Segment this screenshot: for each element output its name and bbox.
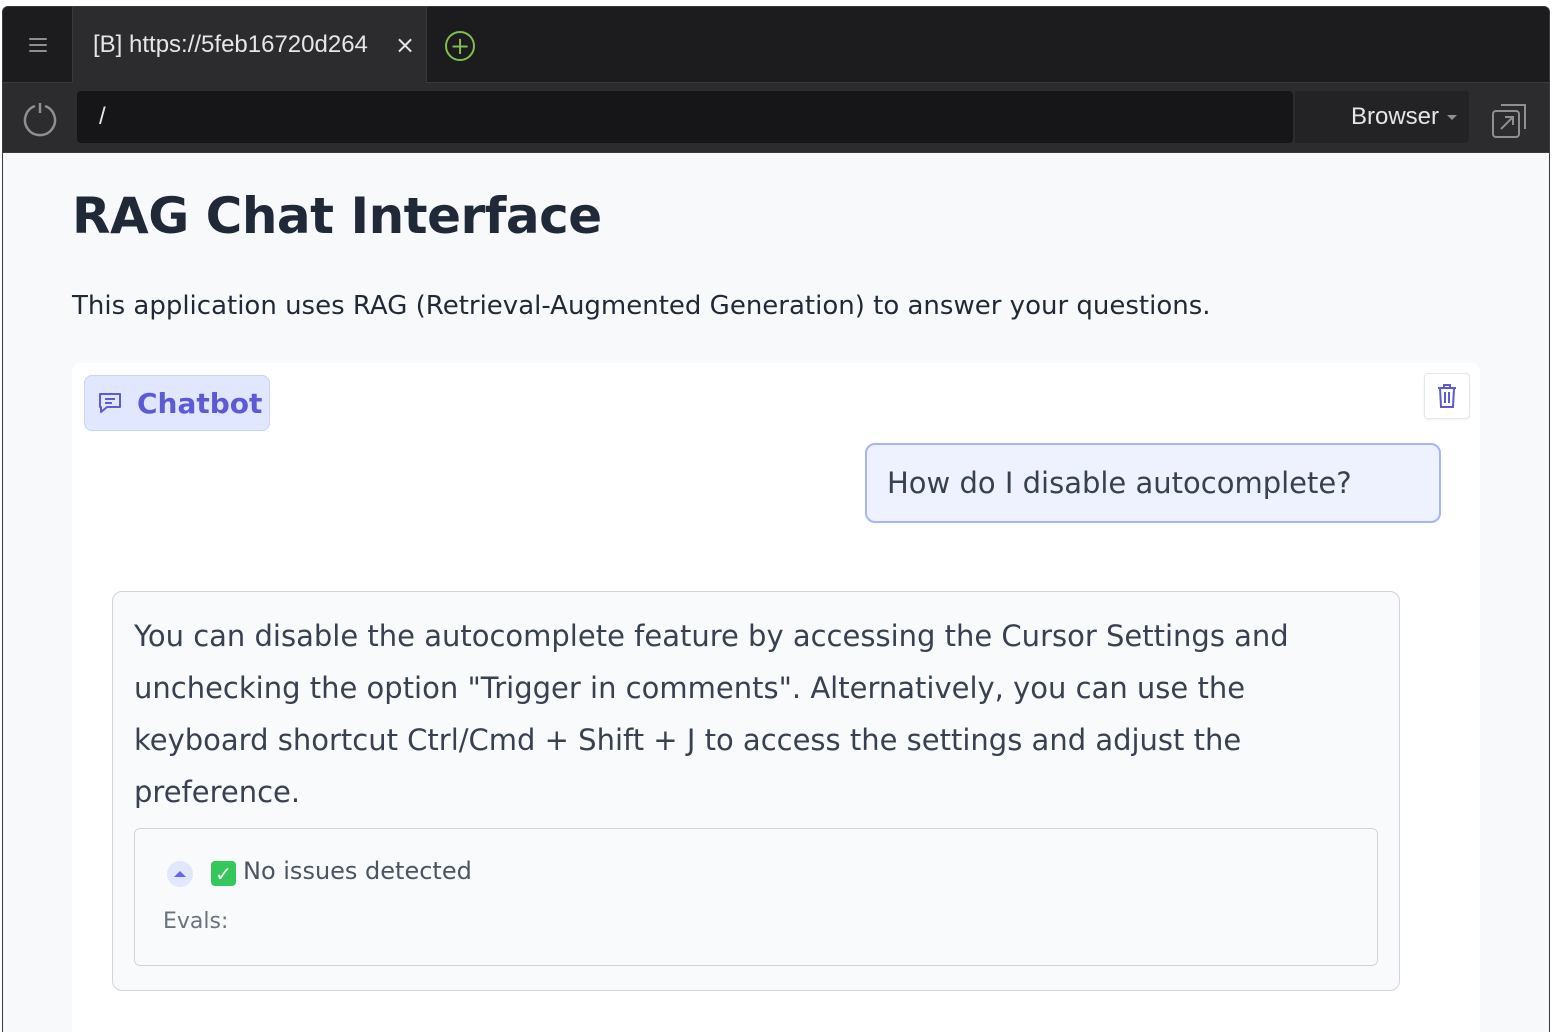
reload-icon[interactable] <box>21 101 59 139</box>
trash-icon <box>1438 384 1456 408</box>
page-content: RAG Chat Interface This application uses… <box>3 153 1549 1032</box>
tab-title: [B] https://5feb16720d264 <box>93 31 368 58</box>
clear-chat-button[interactable] <box>1424 373 1470 419</box>
chevron-up-icon <box>174 871 186 877</box>
bot-message-text: You can disable the autocomplete feature… <box>134 619 1289 809</box>
new-tab-button[interactable]: + <box>445 31 475 61</box>
eval-status: No issues detected <box>243 857 472 885</box>
tab-bar: [B] https://5feb16720d264 × + <box>3 7 1549 83</box>
address-row: / Browser <box>3 83 1549 153</box>
chatbot-label-badge: Chatbot <box>84 375 270 431</box>
hamburger-icon <box>28 38 47 52</box>
page-title: RAG Chat Interface <box>72 187 602 245</box>
check-icon: ✓ <box>211 861 236 886</box>
chatbot-label: Chatbot <box>137 386 263 420</box>
browser-tab[interactable]: [B] https://5feb16720d264 × <box>73 7 427 83</box>
close-icon[interactable]: × <box>395 33 415 57</box>
eval-panel: ✓ No issues detected Evals: <box>134 828 1378 966</box>
browser-mode-label: Browser <box>1350 103 1439 130</box>
user-message: How do I disable autocomplete? <box>865 443 1441 523</box>
evals-label: Evals: <box>163 909 229 934</box>
chat-icon <box>99 393 121 413</box>
page-description: This application uses RAG (Retrieval-Aug… <box>72 291 1211 321</box>
browser-mode-select[interactable]: Browser <box>1295 91 1469 143</box>
menu-button[interactable] <box>3 7 73 83</box>
chatbot-panel: Chatbot How do I disable autocomplete? Y… <box>72 363 1480 1032</box>
chevron-down-icon <box>1447 115 1457 120</box>
bot-message: You can disable the autocomplete feature… <box>112 591 1400 991</box>
popout-icon[interactable] <box>1491 103 1527 139</box>
url-input[interactable]: / <box>77 91 1293 143</box>
collapse-toggle[interactable] <box>167 861 193 887</box>
browser-window: [B] https://5feb16720d264 × + / Browser … <box>2 6 1550 1032</box>
